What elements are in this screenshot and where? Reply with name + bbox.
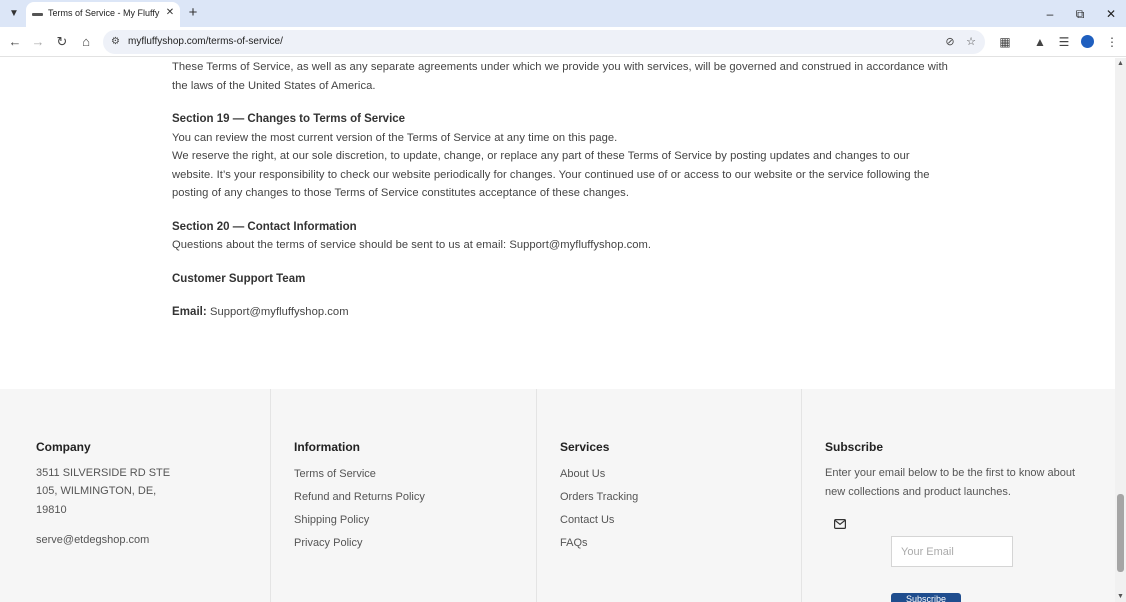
subscribe-button[interactable]: Subscribe: [891, 593, 961, 602]
information-title: Information: [294, 440, 360, 454]
more-menu-icon[interactable]: ⋮: [1104, 34, 1120, 50]
subscribe-email-input[interactable]: [891, 536, 1013, 567]
column-divider: [801, 389, 802, 602]
mail-envelope-icon: [834, 519, 846, 529]
company-address-line3: 19810: [36, 504, 67, 516]
restore-icon[interactable]: ⧉: [1072, 6, 1088, 22]
subscribe-title: Subscribe: [825, 440, 884, 454]
url-text[interactable]: myfluffyshop.com/terms-of-service/: [128, 36, 283, 47]
new-tab-plus-icon[interactable]: +: [186, 5, 200, 21]
section-19-line1: You can review the most current version …: [172, 131, 618, 144]
media-playlist-icon[interactable]: ☰: [1056, 34, 1072, 50]
footer-link-privacy[interactable]: Privacy Policy: [294, 537, 362, 549]
governing-law-paragraph: These Terms of Service, as well as any s…: [172, 61, 948, 92]
address-bar[interactable]: ⚙ myfluffyshop.com/terms-of-service/ ⊘ ☆: [103, 30, 985, 54]
reload-icon[interactable]: ↻: [54, 34, 70, 50]
section-20-heading: Section 20 — Contact Information: [172, 220, 357, 233]
company-title: Company: [36, 440, 91, 454]
site-favicon-icon: [32, 13, 43, 16]
site-settings-icon[interactable]: ⚙: [111, 35, 123, 49]
tab-close-icon[interactable]: ✕: [163, 6, 177, 20]
subscribe-description: Enter your email below to be the first t…: [825, 467, 1076, 498]
support-team-heading: Customer Support Team: [172, 272, 306, 285]
scrollbar-thumb[interactable]: [1117, 494, 1124, 572]
window-close-icon[interactable]: ✕: [1103, 6, 1119, 22]
profile-avatar-icon[interactable]: [1081, 35, 1094, 48]
minimize-icon[interactable]: –: [1042, 6, 1058, 22]
forward-arrow-icon[interactable]: →: [30, 34, 46, 50]
scroll-down-arrow-icon[interactable]: ▼: [1115, 591, 1126, 602]
column-divider: [536, 389, 537, 602]
tab-strip: ▼ Terms of Service - My Fluffy Sh ✕ + – …: [0, 0, 1126, 27]
tab-search-chevron-icon[interactable]: ▼: [6, 6, 22, 22]
services-title: Services: [560, 440, 610, 454]
scroll-up-arrow-icon[interactable]: ▲: [1115, 58, 1126, 69]
company-email[interactable]: serve@etdegshop.com: [36, 531, 149, 550]
footer-link-faqs[interactable]: FAQs: [560, 537, 588, 549]
eye-off-icon[interactable]: ⊘: [943, 35, 957, 49]
bookmark-star-icon[interactable]: ☆: [964, 35, 978, 49]
section-20-text: Questions about the terms of service sho…: [172, 239, 652, 251]
terms-content: These Terms of Service, as well as any s…: [172, 58, 952, 322]
active-tab[interactable]: Terms of Service - My Fluffy Sh ✕: [26, 2, 180, 27]
footer-link-shipping[interactable]: Shipping Policy: [294, 514, 369, 526]
footer-link-contact[interactable]: Contact Us: [560, 514, 614, 526]
extensions-puzzle-icon[interactable]: ▦: [997, 34, 1013, 50]
site-footer: Company 3511 SILVERSIDE RD STE 105, WILM…: [0, 389, 1115, 602]
company-address-line1: 3511 SILVERSIDE RD STE: [36, 467, 171, 479]
company-address-line2: 105, WILMINGTON, DE,: [36, 485, 157, 497]
footer-link-terms[interactable]: Terms of Service: [294, 468, 376, 480]
home-icon[interactable]: ⌂: [78, 34, 94, 50]
footer-link-about[interactable]: About Us: [560, 468, 605, 480]
lab-flask-icon[interactable]: ▲: [1032, 34, 1048, 50]
footer-link-orders-tracking[interactable]: Orders Tracking: [560, 491, 638, 503]
support-email-line: Email: Support@myfluffyshop.com: [172, 303, 952, 322]
browser-toolbar: ← → ↻ ⌂ ⚙ myfluffyshop.com/terms-of-serv…: [0, 27, 1126, 57]
tab-title: Terms of Service - My Fluffy Sh: [48, 8, 162, 18]
section-19-heading: Section 19 — Changes to Terms of Service: [172, 113, 406, 125]
section-19-line2: We reserve the right, at our sole discre…: [172, 150, 930, 199]
footer-link-refund[interactable]: Refund and Returns Policy: [294, 491, 425, 503]
support-email-value: Support@myfluffyshop.com: [209, 306, 349, 318]
back-arrow-icon[interactable]: ←: [7, 34, 23, 50]
column-divider: [270, 389, 271, 602]
email-label: Email:: [172, 306, 207, 318]
